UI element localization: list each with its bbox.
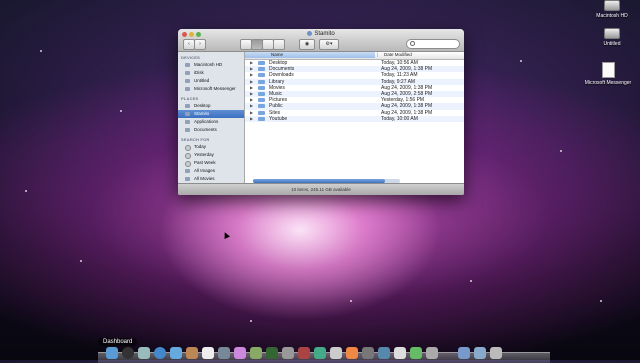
images-folder-icon — [185, 169, 190, 173]
home-folder-icon — [307, 31, 313, 36]
hard-drive-icon — [604, 0, 620, 11]
hard-drive-icon — [185, 63, 190, 67]
column-header: Name Date Modified — [245, 52, 464, 60]
applications-icon — [185, 120, 190, 124]
window-title: Stamito — [178, 31, 464, 37]
sidebar: DEVICES Macintosh HD iDisk Untitled Micr… — [178, 52, 245, 189]
itunes-dock-icon[interactable] — [234, 347, 246, 359]
movies-folder-icon — [185, 177, 190, 181]
sidebar-item-all-movies[interactable]: All Movies — [178, 175, 244, 183]
sidebar-item-yesterday[interactable]: Yesterday — [178, 151, 244, 159]
home-icon — [185, 112, 190, 116]
finder-window: Stamito ‹ › ◉ ⚙▾ DEVICES Macintosh HD iD… — [178, 29, 464, 195]
sidebar-heading-devices: DEVICES — [181, 55, 200, 60]
idisk-icon — [185, 71, 190, 75]
app-dock-icon[interactable] — [394, 347, 406, 359]
folder-icon — [258, 98, 265, 103]
sidebar-item-all-images[interactable]: All Images — [178, 167, 244, 175]
desktop-icon — [185, 104, 190, 108]
mail-dock-icon[interactable] — [138, 347, 150, 359]
time-machine-dock-icon[interactable] — [266, 347, 278, 359]
file-date: Today, 10:00 AM — [381, 115, 418, 122]
folder-icon — [258, 79, 265, 84]
quicklook-button[interactable]: ◉ — [299, 39, 315, 50]
sidebar-item-documents[interactable]: Documents — [178, 126, 244, 134]
column-name[interactable]: Name — [271, 52, 371, 57]
sidebar-item-stamito[interactable]: Stamito — [178, 110, 244, 118]
ical-dock-icon[interactable] — [202, 347, 214, 359]
desktop-icon-label: Macintosh HD — [596, 13, 628, 19]
app-dock-icon[interactable] — [426, 347, 438, 359]
app-dock-icon[interactable] — [314, 347, 326, 359]
action-menu-button[interactable]: ⚙▾ — [319, 39, 339, 50]
folder-icon — [258, 91, 265, 96]
app-dock-icon[interactable] — [378, 347, 390, 359]
documents-stack-icon[interactable] — [474, 347, 486, 359]
desktop-icon-untitled[interactable]: Untitled — [584, 28, 640, 47]
folder-icon — [258, 110, 265, 115]
desktop-icon-macintosh-hd[interactable]: Macintosh HD — [584, 0, 640, 19]
folder-icon — [258, 116, 265, 121]
dock — [98, 347, 550, 363]
chevron-right-icon: › — [199, 41, 201, 47]
dashboard-dock-icon[interactable] — [122, 347, 134, 359]
address-book-dock-icon[interactable] — [186, 347, 198, 359]
sidebar-item-past-week[interactable]: Past Week — [178, 159, 244, 167]
trash-icon[interactable] — [490, 347, 502, 359]
sidebar-item-today[interactable]: Today — [178, 143, 244, 151]
folder-icon — [258, 67, 265, 72]
search-icon — [410, 41, 415, 46]
file-name: Youtube — [269, 115, 288, 122]
safari-dock-icon[interactable] — [154, 347, 166, 359]
finder-dock-icon[interactable] — [106, 347, 118, 359]
disclosure-triangle-icon[interactable]: ▶ — [250, 116, 253, 122]
folder-icon — [258, 61, 265, 65]
file-list: Name Date Modified ▶ Desktop Today, 10:56 … — [245, 52, 464, 184]
gear-icon: ⚙▾ — [325, 41, 333, 47]
folder-icon — [258, 104, 265, 109]
desktop-icon-label: Microsoft Messenger — [584, 80, 632, 86]
sidebar-item-untitled[interactable]: Untitled — [178, 77, 244, 85]
eye-icon: ◉ — [304, 41, 310, 47]
iphoto-dock-icon[interactable] — [250, 347, 262, 359]
chevron-left-icon: ‹ — [188, 41, 190, 47]
system-preferences-dock-icon[interactable] — [282, 347, 294, 359]
sidebar-heading-search: SEARCH FOR — [181, 137, 210, 142]
ichat-dock-icon[interactable] — [170, 347, 182, 359]
documents-icon — [185, 128, 190, 132]
drive-icon — [185, 79, 190, 83]
folder-icon — [258, 73, 265, 78]
app-dock-icon[interactable] — [346, 347, 358, 359]
status-bar: 10 items, 245.11 GB available — [178, 183, 464, 195]
sidebar-heading-places: PLACES — [181, 96, 199, 101]
document-icon — [601, 62, 615, 78]
coverflow-view-button[interactable] — [273, 39, 285, 50]
app-dock-icon[interactable] — [362, 347, 374, 359]
forward-button[interactable]: › — [194, 39, 206, 50]
downloads-stack-icon[interactable] — [458, 347, 470, 359]
desktop-icon-label: Untitled — [603, 41, 621, 47]
disk-image-icon — [185, 87, 190, 91]
sidebar-item-microsoft-messenger[interactable]: Microsoft Messenger — [178, 85, 244, 93]
search-input[interactable] — [406, 39, 460, 49]
file-row[interactable]: ▶ Youtube Today, 10:00 AM — [245, 115, 464, 122]
sidebar-item-applications[interactable]: Applications — [178, 118, 244, 126]
mouse-cursor — [222, 231, 230, 239]
folder-icon — [258, 85, 265, 90]
desktop-icon-microsoft-messenger[interactable]: Microsoft Messenger — [580, 62, 636, 86]
sidebar-item-desktop[interactable]: Desktop — [178, 102, 244, 110]
sidebar-item-idisk[interactable]: iDisk — [178, 69, 244, 77]
titlebar[interactable]: Stamito ‹ › ◉ ⚙▾ — [178, 29, 464, 52]
app-dock-icon[interactable] — [410, 347, 422, 359]
preview-dock-icon[interactable] — [218, 347, 230, 359]
drive-icon — [604, 28, 620, 39]
sidebar-item-macintosh-hd[interactable]: Macintosh HD — [178, 61, 244, 69]
dock-tooltip: Dashboard — [98, 338, 138, 346]
app-dock-icon[interactable] — [298, 347, 310, 359]
app-dock-icon[interactable] — [330, 347, 342, 359]
column-date-modified[interactable]: Date Modified — [377, 52, 412, 57]
